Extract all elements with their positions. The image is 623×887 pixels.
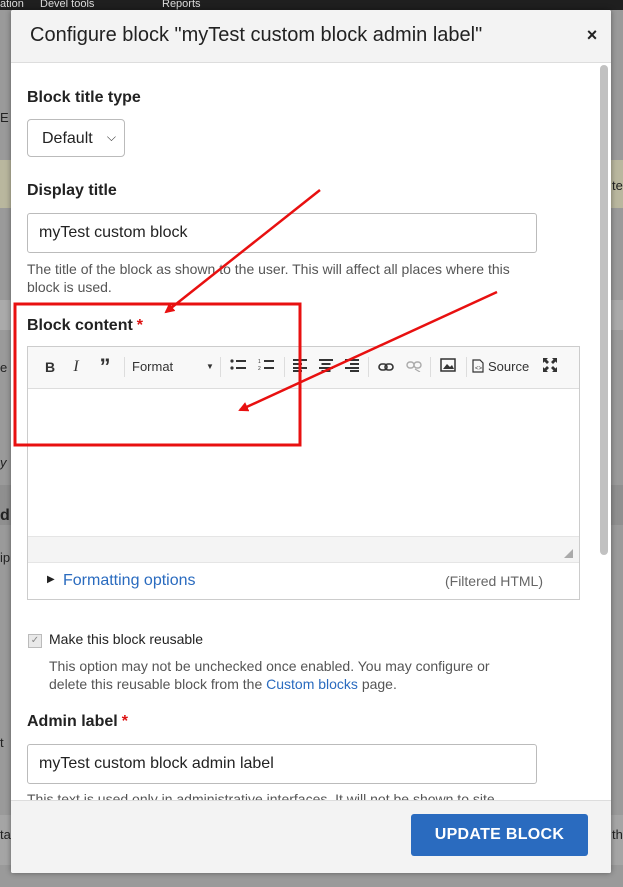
bg-fragment: tes [612,178,623,193]
description-text: page. [357,676,397,692]
required-marker: * [136,317,144,334]
reusable-description: This option may not be unchecked once en… [49,657,589,693]
link-icon[interactable] [376,357,396,377]
editor-content-area[interactable] [28,389,579,535]
bg-fragment: t [0,735,4,750]
source-button[interactable]: <> Source [472,357,534,377]
display-title-label: Display title [27,182,117,199]
reusable-checkbox[interactable]: ✓ [28,634,42,648]
toolbar-separator [124,357,125,377]
toolbar-separator [368,357,369,377]
description-line: block is used. [27,279,112,295]
bg-fragment: d [0,507,10,524]
bg-fragment: th [612,827,623,842]
expand-arrow-icon[interactable]: ▶ [47,574,55,585]
bg-fragment: E [0,110,9,125]
chevron-down-icon: ⌵ [106,130,116,144]
resize-handle-icon[interactable] [564,549,573,558]
dialog-body: Block title type Default ⌵ Display title… [11,63,611,800]
text-format-label: (Filtered HTML) [444,573,543,589]
dialog-scrollbar[interactable] [600,65,608,555]
blockquote-button[interactable]: ” [94,356,116,378]
italic-button[interactable]: I [68,357,84,377]
toolbar-item-configuration[interactable]: ation [0,0,24,10]
block-content-label-text: Block content [27,317,133,334]
description-line: delete this reusable block from the Cust… [49,675,589,693]
toolbar-separator [466,357,467,377]
description-line: The title of the block as shown to the u… [27,261,510,277]
bold-button[interactable]: B [42,357,58,377]
toolbar-separator [284,357,285,377]
align-right-icon[interactable] [342,357,362,377]
block-title-type-value: Default [42,130,93,147]
admin-label-text: Admin label [27,713,118,730]
close-icon[interactable]: × [583,26,601,44]
devel-tools-link[interactable]: Devel tools [40,0,94,10]
dialog-header: Configure block "myTest custom block adm… [11,10,611,63]
editor-toolbar: B I ” Format ▼ 12 <> Source [28,347,579,389]
toolbar-separator [430,357,431,377]
svg-text:<>: <> [475,366,483,372]
toolbar-separator [220,357,221,377]
block-title-type-label: Block title type [27,89,141,106]
align-center-icon[interactable] [316,357,336,377]
admin-label-label: Admin label * [27,713,128,731]
format-label: Format [132,359,174,374]
image-icon[interactable] [438,357,458,377]
dialog-title: Configure block "myTest custom block adm… [30,24,483,46]
rich-text-editor: B I ” Format ▼ 12 <> Source ▶ Formatting… [27,346,580,600]
editor-footer [28,536,579,563]
description-text: delete this reusable block from the [49,676,267,692]
formatting-options-row: ▶ Formatting options (Filtered HTML) [28,562,579,600]
numbered-list-icon[interactable]: 12 [256,357,276,377]
bg-fragment: ip [0,550,11,565]
bg-fragment: ta [0,827,11,842]
block-content-label: Block content * [27,317,143,335]
align-left-icon[interactable] [290,357,310,377]
reusable-label: Make this block reusable [49,631,204,647]
description-line: This option may not be unchecked once en… [49,658,490,674]
bg-fragment: y [0,455,7,470]
configure-block-dialog: Configure block "myTest custom block adm… [11,10,611,873]
format-dropdown[interactable]: Format ▼ [132,357,214,377]
dialog-footer: UPDATE BLOCK [11,800,611,873]
required-marker: * [121,713,128,730]
admin-label-input[interactable]: myTest custom block admin label [27,744,537,784]
display-title-input[interactable]: myTest custom block [27,213,537,253]
bulleted-list-icon[interactable] [228,357,248,377]
block-title-type-select[interactable]: Default ⌵ [27,119,125,157]
admin-toolbar: ation Devel tools Reports [0,0,623,10]
update-block-button[interactable]: UPDATE BLOCK [411,814,588,856]
custom-blocks-link[interactable]: Custom blocks [266,676,358,692]
source-label: Source [488,359,530,374]
reports-link[interactable]: Reports [162,0,201,10]
display-title-description: The title of the block as shown to the u… [27,260,587,296]
unlink-icon[interactable] [404,357,424,377]
maximize-icon[interactable] [540,357,560,377]
svg-text:1: 1 [258,359,261,365]
caret-down-icon: ▼ [206,362,214,371]
admin-label-description: This text is used only in administrative… [27,791,495,800]
svg-text:2: 2 [258,366,261,372]
formatting-options-link[interactable]: Formatting options [63,572,196,590]
